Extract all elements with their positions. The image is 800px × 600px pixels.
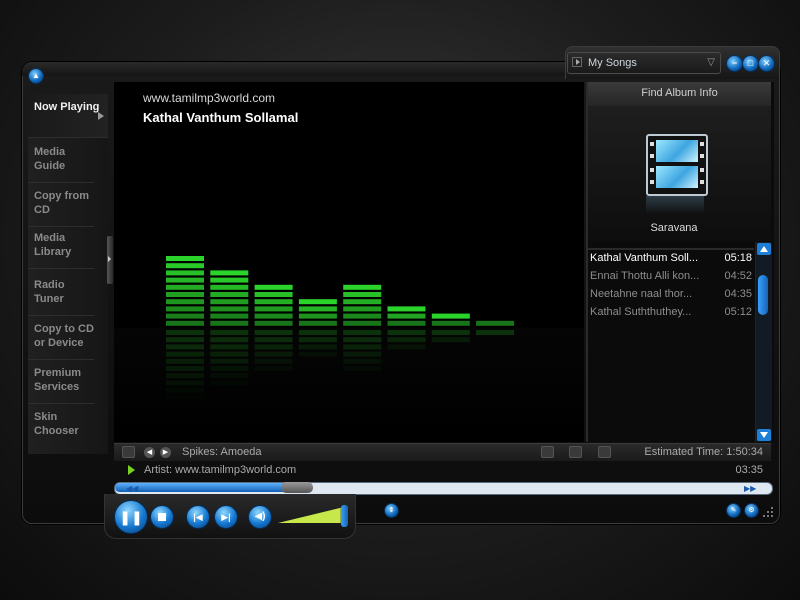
previous-viz-icon[interactable]: ◀ bbox=[144, 447, 155, 458]
close-icon[interactable]: ✕ bbox=[758, 55, 775, 72]
visualization-floor bbox=[114, 328, 584, 442]
pause-button[interactable]: ❚❚ bbox=[114, 500, 148, 534]
playlist-item-duration: 04:52 bbox=[724, 270, 752, 282]
sidebar-item-label: Now Playing bbox=[34, 101, 100, 113]
playlist-item-title: Ennai Thottu Alli kon... bbox=[590, 270, 700, 282]
compact-mode-icon[interactable] bbox=[541, 446, 554, 458]
sidebar-item-label: Copy from CD bbox=[34, 190, 89, 216]
playlist-scroll-thumb[interactable] bbox=[758, 275, 768, 315]
full-screen-icon[interactable] bbox=[569, 446, 582, 458]
playlist-item[interactable]: Kathal Vanthum Soll... 05:18 bbox=[588, 249, 754, 267]
album-art-icon[interactable] bbox=[646, 134, 708, 196]
album-name: Saravana bbox=[650, 222, 698, 234]
switch-to-mini-icon[interactable]: ⇕ bbox=[384, 503, 399, 518]
playlist-item[interactable]: Kathal Suththuthey... 05:12 bbox=[588, 303, 754, 321]
fast-forward-icon[interactable]: ▶▶ bbox=[744, 484, 756, 493]
scroll-up-icon[interactable] bbox=[757, 243, 771, 255]
next-viz-icon[interactable]: ▶ bbox=[160, 447, 171, 458]
playlist-scrollbar[interactable] bbox=[755, 242, 772, 442]
find-album-info-button[interactable]: Find Album Info bbox=[588, 82, 771, 106]
mute-button[interactable]: ◀) bbox=[248, 505, 272, 529]
library-select-label: My Songs bbox=[588, 57, 637, 69]
artist-line: Artist: www.tamilmp3world.com bbox=[144, 464, 297, 476]
sidebar-item-copy-to-cd[interactable]: Copy to CD or Device bbox=[28, 316, 94, 360]
sidebar-item-media-guide[interactable]: Media Guide bbox=[28, 139, 94, 183]
settings-icon[interactable]: ⚙ bbox=[744, 503, 759, 518]
visualization-name: Spikes: Amoeda bbox=[182, 446, 262, 458]
playlist: Kathal Vanthum Soll... 05:18 Ennai Thott… bbox=[588, 248, 754, 442]
sidebar-item-copy-from-cd[interactable]: Copy from CD bbox=[28, 183, 94, 227]
album-art-reflection bbox=[646, 196, 704, 214]
playlist-item-duration: 05:18 bbox=[724, 252, 752, 264]
seek-thumb[interactable] bbox=[281, 482, 313, 493]
estimated-time: Estimated Time: 1:50:34 bbox=[644, 446, 763, 458]
playlist-item[interactable]: Neetahne naal thor... 04:35 bbox=[588, 285, 754, 303]
playlist-item-title: Kathal Vanthum Soll... bbox=[590, 252, 699, 264]
resize-grip-icon[interactable] bbox=[762, 506, 774, 518]
chevron-down-icon: ▽ bbox=[707, 57, 715, 68]
sidebar-splitter[interactable] bbox=[107, 236, 113, 284]
visualization-toolbar: ◀ ▶ Spikes: Amoeda Estimated Time: 1:50:… bbox=[114, 443, 771, 461]
shuffle-icon[interactable] bbox=[598, 446, 611, 458]
pencil-icon[interactable]: ✎ bbox=[726, 503, 741, 518]
stop-button[interactable] bbox=[150, 505, 174, 529]
rewind-icon[interactable]: ◀◀ bbox=[126, 484, 138, 493]
viz-options-icon[interactable] bbox=[122, 446, 135, 458]
volume-slider[interactable] bbox=[278, 505, 344, 525]
top-bar bbox=[22, 62, 567, 76]
volume-thumb[interactable] bbox=[341, 505, 348, 527]
playlist-item-duration: 04:35 bbox=[724, 288, 752, 300]
chevron-right-icon bbox=[98, 112, 104, 120]
status-row: Artist: www.tamilmp3world.com 03:35 bbox=[114, 460, 771, 480]
sidebar-item-label: Copy to CD or Device bbox=[34, 323, 94, 349]
library-select[interactable]: My Songs ▽ bbox=[567, 52, 721, 74]
now-playing-site: www.tamilmp3world.com bbox=[143, 91, 276, 105]
playlist-item-title: Kathal Suththuthey... bbox=[590, 306, 692, 318]
play-icon bbox=[572, 57, 582, 67]
previous-button[interactable]: |◀ bbox=[186, 505, 210, 529]
playlist-item-duration: 05:12 bbox=[724, 306, 752, 318]
playlist-item[interactable]: Ennai Thottu Alli kon... 04:52 bbox=[588, 267, 754, 285]
sidebar-item-label: Media Guide bbox=[34, 146, 66, 172]
play-status-icon bbox=[128, 465, 135, 475]
menu-toggle-icon[interactable]: ▲ bbox=[28, 68, 44, 84]
sidebar-item-label: Premium Services bbox=[34, 367, 82, 393]
sidebar-item-label: Radio Tuner bbox=[34, 279, 65, 305]
sidebar-item-premium-services[interactable]: Premium Services bbox=[28, 360, 94, 404]
sidebar-item-skin-chooser[interactable]: Skin Chooser bbox=[28, 404, 94, 448]
playlist-item-title: Neetahne naal thor... bbox=[590, 288, 693, 300]
restore-icon[interactable]: □ bbox=[742, 55, 759, 72]
elapsed-time: 03:35 bbox=[735, 464, 763, 476]
sidebar-item-now-playing[interactable]: Now Playing bbox=[28, 94, 108, 138]
now-playing-title: Kathal Vanthum Sollamal bbox=[143, 110, 299, 125]
seek-bar-fill bbox=[115, 483, 298, 492]
sidebar-item-radio-tuner[interactable]: Radio Tuner bbox=[28, 272, 94, 316]
sidebar-item-media-library[interactable]: Media Library bbox=[28, 225, 94, 269]
scroll-down-icon[interactable] bbox=[757, 429, 771, 441]
sidebar: Now Playing Media Guide Copy from CD Med… bbox=[28, 94, 108, 454]
minimize-icon[interactable]: − bbox=[726, 55, 743, 72]
sidebar-item-label: Media Library bbox=[34, 232, 72, 258]
next-button[interactable]: ▶| bbox=[214, 505, 238, 529]
sidebar-item-label: Skin Chooser bbox=[34, 411, 79, 437]
